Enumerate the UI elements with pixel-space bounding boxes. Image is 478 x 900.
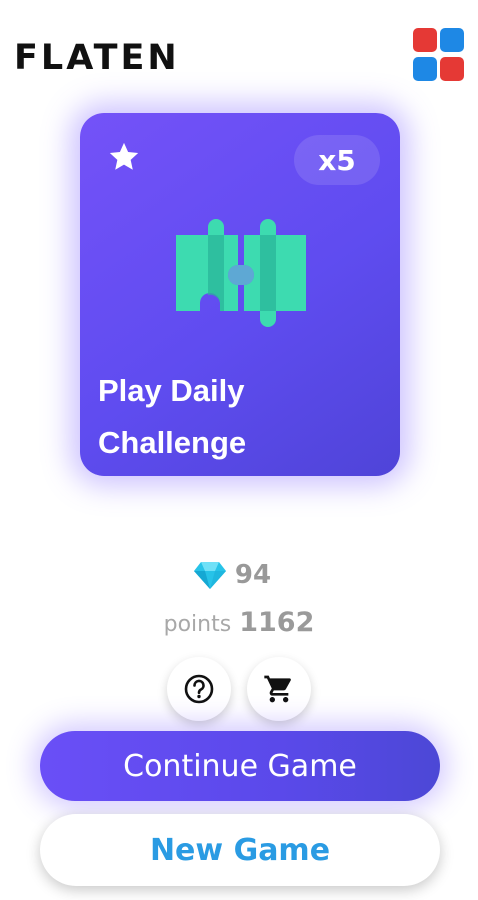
gem-counter: 94 <box>0 560 478 590</box>
puzzle-icon <box>176 219 306 327</box>
card-title-line1: Play Daily <box>98 373 245 408</box>
points-label: points <box>163 612 232 637</box>
help-button[interactable] <box>167 657 231 721</box>
menu-square-red <box>440 56 464 81</box>
cart-icon <box>264 675 291 703</box>
daily-challenge-card[interactable]: x5 Play Daily Challenge <box>80 113 400 476</box>
card-title-line2: Challenge <box>98 425 247 460</box>
gem-count: 94 <box>234 560 272 590</box>
diamond-icon <box>193 562 226 589</box>
new-game-button[interactable]: New Game <box>40 814 440 886</box>
points-display: points 1162 <box>0 607 478 638</box>
menu-square-blue <box>440 28 464 52</box>
menu-square-blue <box>413 56 437 81</box>
points-value: 1162 <box>239 607 315 638</box>
menu-square-red <box>413 28 437 52</box>
shop-button[interactable] <box>247 657 311 721</box>
card-title: Play Daily Challenge <box>98 365 388 469</box>
continue-game-button[interactable]: Continue Game <box>40 731 440 801</box>
help-icon <box>184 674 214 704</box>
app-screen: FLATEN x5 Play Daily Challenge 94 points… <box>0 0 478 900</box>
star-icon <box>109 142 139 170</box>
multiplier-badge: x5 <box>294 135 380 185</box>
grid-menu-icon[interactable] <box>413 28 467 82</box>
app-title: FLATEN <box>14 38 180 78</box>
